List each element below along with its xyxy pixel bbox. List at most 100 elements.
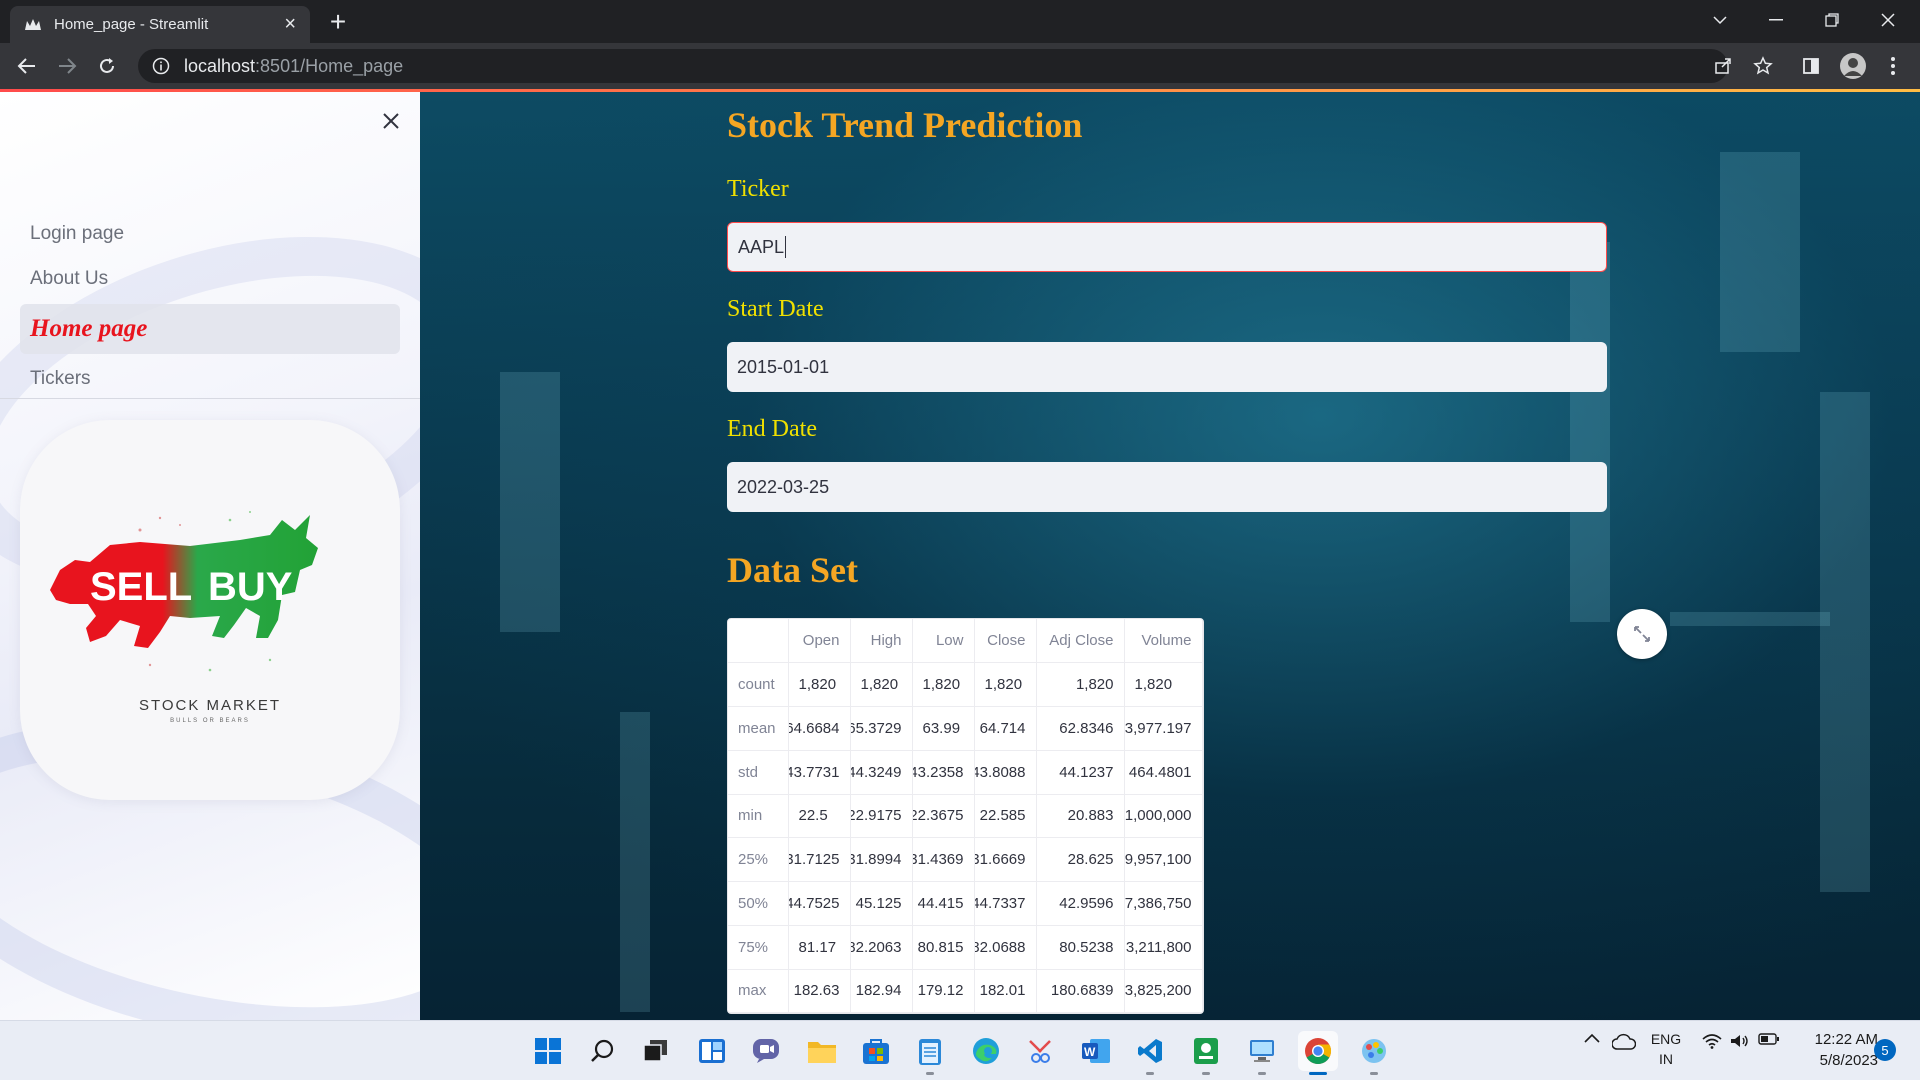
table-cell[interactable]: 82.0688 <box>974 925 1037 970</box>
profile-avatar[interactable] <box>1838 51 1868 81</box>
widgets-icon[interactable] <box>692 1031 732 1071</box>
bookmark-star-icon[interactable] <box>1748 51 1778 81</box>
column-header[interactable]: Close <box>974 619 1037 664</box>
table-cell[interactable]: 9,957,100 <box>1124 837 1203 882</box>
column-header[interactable] <box>728 619 789 664</box>
table-cell[interactable]: 43.2358 <box>912 750 975 795</box>
paint-icon[interactable] <box>1354 1031 1394 1075</box>
input-language-indicator[interactable]: ENG IN <box>1648 1029 1684 1069</box>
site-info-icon[interactable] <box>152 57 170 75</box>
tab-search-icon[interactable] <box>1692 0 1748 40</box>
table-cell[interactable]: 22.9175 <box>850 794 913 839</box>
table-cell[interactable]: 3,825,200 <box>1124 969 1203 1014</box>
wifi-icon[interactable] <box>1700 1033 1724 1049</box>
browser-tab[interactable]: Home_page - Streamlit × <box>10 6 310 43</box>
table-cell[interactable]: 180.6839 <box>1036 969 1125 1014</box>
table-cell[interactable]: 44.7337 <box>974 881 1037 926</box>
sidebar-item-about-us[interactable]: About Us <box>20 257 400 301</box>
tab-close-icon[interactable]: × <box>284 13 296 36</box>
table-cell[interactable]: 63.99 <box>912 706 975 751</box>
task-view-icon[interactable] <box>636 1031 676 1071</box>
start-menu-icon[interactable] <box>528 1031 568 1071</box>
share-icon[interactable] <box>1708 51 1738 81</box>
file-explorer-icon[interactable] <box>802 1031 842 1071</box>
table-cell[interactable]: 45.125 <box>850 881 913 926</box>
sidebar-item-home[interactable]: Home page <box>20 304 400 354</box>
row-index-cell[interactable]: min <box>728 794 789 839</box>
volume-icon[interactable] <box>1728 1033 1752 1049</box>
table-cell[interactable]: 44.415 <box>912 881 975 926</box>
table-cell[interactable]: 31.8994 <box>850 837 913 882</box>
row-index-cell[interactable]: max <box>728 969 789 1014</box>
column-header[interactable]: High <box>850 619 913 664</box>
row-index-cell[interactable]: std <box>728 750 789 795</box>
table-cell[interactable]: 22.3675 <box>912 794 975 839</box>
sidebar-item-tickers[interactable]: Tickers <box>20 357 400 401</box>
table-cell[interactable]: 3,977.197 <box>1124 706 1203 751</box>
row-index-cell[interactable]: 25% <box>728 837 789 882</box>
table-cell[interactable]: 7,386,750 <box>1124 881 1203 926</box>
table-cell[interactable]: 42.9596 <box>1036 881 1125 926</box>
table-cell[interactable]: 179.12 <box>912 969 975 1014</box>
row-index-cell[interactable]: 75% <box>728 925 789 970</box>
table-cell[interactable]: 20.883 <box>1036 794 1125 839</box>
table-cell[interactable]: 81.17 <box>788 925 851 970</box>
notepad-icon[interactable] <box>910 1031 950 1075</box>
column-header[interactable]: Adj Close <box>1036 619 1125 664</box>
table-cell[interactable]: 31.4369 <box>912 837 975 882</box>
column-header[interactable]: Low <box>912 619 975 664</box>
edge-browser-icon[interactable] <box>966 1031 1006 1071</box>
table-cell[interactable]: 22.585 <box>974 794 1037 839</box>
teams-chat-icon[interactable] <box>746 1031 786 1071</box>
search-icon[interactable] <box>582 1031 622 1071</box>
table-cell[interactable]: 43.7731 <box>788 750 851 795</box>
table-cell[interactable]: 43.8088 <box>974 750 1037 795</box>
table-cell[interactable]: 1,000,000 <box>1124 794 1203 839</box>
start-date-input[interactable]: 2015-01-01 <box>727 342 1607 392</box>
table-cell[interactable]: 1,820 <box>850 662 913 707</box>
back-arrow-icon[interactable] <box>12 51 42 81</box>
reload-icon[interactable] <box>92 51 122 81</box>
table-cell[interactable]: 65.3729 <box>850 706 913 751</box>
microsoft-store-icon[interactable] <box>856 1031 896 1071</box>
system-clock[interactable]: 12:22 AM 5/8/2023 <box>1798 1029 1878 1071</box>
table-cell[interactable]: 31.7125 <box>788 837 851 882</box>
column-header[interactable]: Open <box>788 619 851 664</box>
table-cell[interactable]: 464.4801 <box>1124 750 1203 795</box>
table-cell[interactable]: 80.5238 <box>1036 925 1125 970</box>
table-cell[interactable]: 1,820 <box>912 662 975 707</box>
dataset-table[interactable]: Open High Low Close Adj Close Volume cou… <box>727 618 1204 1015</box>
remote-desktop-icon[interactable] <box>1242 1031 1282 1075</box>
table-cell[interactable]: 44.3249 <box>850 750 913 795</box>
table-cell[interactable]: 182.01 <box>974 969 1037 1014</box>
table-cell[interactable]: 1,820 <box>974 662 1037 707</box>
fullscreen-button[interactable] <box>1617 609 1667 659</box>
onedrive-cloud-icon[interactable] <box>1610 1033 1638 1051</box>
vscode-icon[interactable] <box>1130 1031 1170 1075</box>
table-cell[interactable]: 182.63 <box>788 969 851 1014</box>
table-cell[interactable]: 62.8346 <box>1036 706 1125 751</box>
table-cell[interactable]: 1,820 <box>788 662 851 707</box>
table-cell[interactable]: 82.2063 <box>850 925 913 970</box>
sidebar-item-login[interactable]: Login page <box>20 212 400 256</box>
side-panel-icon[interactable] <box>1796 51 1826 81</box>
restore-button[interactable] <box>1804 0 1860 40</box>
table-cell[interactable]: 28.625 <box>1036 837 1125 882</box>
table-cell[interactable]: 64.714 <box>974 706 1037 751</box>
row-index-cell[interactable]: count <box>728 662 789 707</box>
table-cell[interactable]: 1,820 <box>1124 662 1203 707</box>
anaconda-navigator-icon[interactable] <box>1186 1031 1226 1075</box>
table-cell[interactable]: 64.6684 <box>788 706 851 751</box>
table-cell[interactable]: 3,211,800 <box>1124 925 1203 970</box>
minimize-button[interactable] <box>1748 0 1804 40</box>
snipping-tool-icon[interactable] <box>1020 1031 1060 1071</box>
table-cell[interactable]: 80.815 <box>912 925 975 970</box>
chrome-icon[interactable] <box>1298 1031 1338 1075</box>
table-cell[interactable]: 1,820 <box>1036 662 1125 707</box>
notification-badge[interactable]: 5 <box>1874 1039 1896 1061</box>
column-header[interactable]: Volume <box>1124 619 1203 664</box>
end-date-input[interactable]: 2022-03-25 <box>727 462 1607 512</box>
row-index-cell[interactable]: mean <box>728 706 789 751</box>
close-window-button[interactable] <box>1860 0 1916 40</box>
table-cell[interactable]: 31.6669 <box>974 837 1037 882</box>
